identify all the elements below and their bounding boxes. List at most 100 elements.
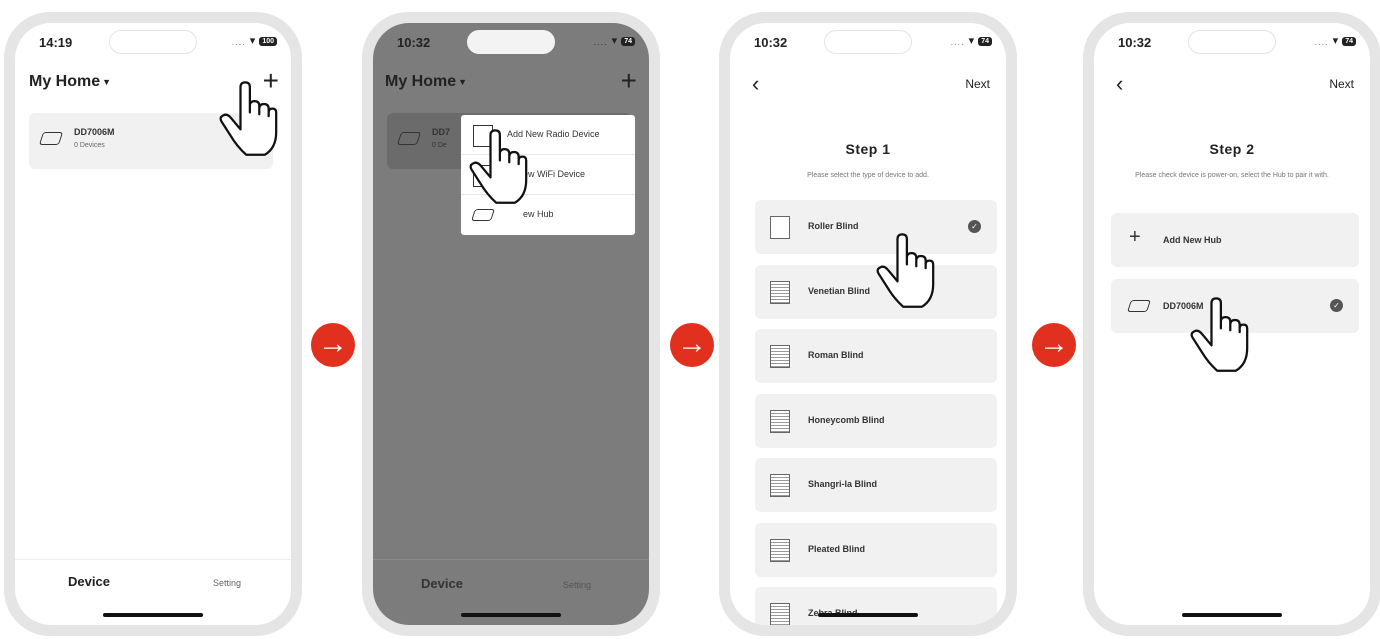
device-type-label: Roller Blind — [808, 221, 859, 231]
next-button[interactable]: Next — [965, 77, 990, 91]
status-time: 10:32 — [397, 35, 431, 50]
battery-icon: 74 — [621, 37, 635, 46]
battery-icon: 74 — [1342, 37, 1356, 46]
caret-down-icon: ▼ — [102, 76, 112, 87]
hub-icon — [471, 209, 495, 221]
phone-frame-add-menu: 10:32 .... ▾ 74 My Home ▼ + DD7 0 De Add … — [362, 12, 660, 636]
device-type-label: Honeycomb Blind — [808, 415, 885, 425]
status-bar: 10:32 .... ▾ 74 — [730, 23, 1006, 67]
home-indicator — [103, 613, 203, 617]
check-circle-icon: ✓ — [1330, 299, 1343, 312]
hand-pointer-icon — [876, 233, 935, 308]
hub-name: DD7006M — [74, 127, 115, 137]
battery-icon: 74 — [978, 37, 992, 46]
home-selector[interactable]: My Home ▼ — [385, 73, 467, 91]
home-indicator — [1182, 613, 1282, 617]
dynamic-island — [467, 30, 555, 54]
step-title: Step 1 — [845, 141, 891, 157]
signal-icon: .... — [950, 36, 965, 47]
device-type-zebra[interactable]: Zebra Blind — [755, 587, 997, 625]
home-title: My Home — [385, 73, 457, 90]
arrow-right-circle-icon: → — [311, 323, 355, 367]
dynamic-island — [109, 30, 197, 54]
next-button[interactable]: Next — [1329, 77, 1354, 91]
tab-bar: Device Setting — [373, 559, 649, 625]
plus-icon[interactable]: + — [621, 67, 637, 95]
home-indicator — [461, 613, 561, 617]
device-type-pleated[interactable]: Pleated Blind — [755, 523, 997, 577]
device-type-roman[interactable]: Roman Blind — [755, 329, 997, 383]
signal-icon: .... — [1314, 36, 1329, 47]
plus-icon: + — [1129, 226, 1141, 248]
shangrila-blind-icon — [770, 474, 790, 497]
roller-blind-icon — [770, 216, 790, 239]
device-type-honeycomb[interactable]: Honeycomb Blind — [755, 394, 997, 448]
step-title: Step 2 — [1209, 141, 1255, 157]
step-description: Please check device is power-on, select … — [1135, 172, 1329, 179]
venetian-blind-icon — [770, 281, 790, 304]
status-bar: 10:32 .... ▾ 74 — [1094, 23, 1370, 67]
device-type-label: Shangri-la Blind — [808, 479, 878, 489]
wifi-icon: ▾ — [968, 35, 975, 47]
home-title: My Home — [29, 73, 101, 90]
honeycomb-blind-icon — [770, 410, 790, 433]
tab-device[interactable]: Device — [421, 576, 463, 591]
hand-pointer-icon — [469, 129, 528, 204]
phone-frame-step-1: 10:32 .... ▾ 74 ‹ Next Step 1 Please sel… — [719, 12, 1017, 636]
step-1-screen: 10:32 .... ▾ 74 ‹ Next Step 1 Please sel… — [730, 23, 1006, 625]
hub-icon — [1127, 300, 1151, 312]
menu-item-label: ew WiFi Device — [523, 169, 586, 179]
dynamic-island — [824, 30, 912, 54]
check-circle-icon: ✓ — [968, 220, 981, 233]
tab-bar: Device Setting — [15, 559, 291, 625]
zebra-blind-icon — [770, 603, 790, 625]
roman-blind-icon — [770, 345, 790, 368]
hub-icon — [38, 132, 64, 145]
hub-icon — [396, 132, 422, 145]
hub-device-count: 0 Devices — [74, 142, 105, 149]
hand-pointer-icon — [1190, 297, 1249, 372]
wifi-icon: ▾ — [249, 35, 256, 47]
device-type-shangrila[interactable]: Shangri-la Blind — [755, 458, 997, 512]
tab-setting[interactable]: Setting — [213, 578, 241, 588]
status-icons: .... ▾ 74 — [594, 36, 635, 47]
arrow-right-circle-icon: → — [1032, 323, 1076, 367]
home-selector[interactable]: My Home ▼ — [29, 73, 111, 91]
caret-down-icon: ▼ — [458, 76, 468, 87]
add-menu-screen: 10:32 .... ▾ 74 My Home ▼ + DD7 0 De Add … — [373, 23, 649, 625]
phone-frame-home: 14:19 .... ▾ 100 My Home ▼ + DD7006M 0 De… — [4, 12, 302, 636]
device-type-label: Pleated Blind — [808, 544, 866, 554]
battery-icon: 100 — [259, 37, 277, 46]
hub-name: DD7 — [432, 127, 451, 137]
tab-setting[interactable]: Setting — [563, 580, 591, 590]
status-icons: .... ▾ 74 — [1315, 36, 1356, 47]
phone-frame-step-2: 10:32 .... ▾ 74 ‹ Next Step 2 Please che… — [1083, 12, 1380, 636]
home-indicator — [818, 613, 918, 617]
hub-option-label: Add New Hub — [1163, 235, 1222, 245]
signal-icon: .... — [231, 36, 246, 47]
hub-device-count: 0 De — [432, 142, 447, 149]
signal-icon: .... — [593, 36, 608, 47]
device-type-label: Roman Blind — [808, 350, 864, 360]
home-screen: 14:19 .... ▾ 100 My Home ▼ + DD7006M 0 De… — [15, 23, 291, 625]
arrow-right-circle-icon: → — [670, 323, 714, 367]
add-new-hub-option[interactable]: + Add New Hub — [1111, 213, 1359, 267]
status-time: 14:19 — [39, 35, 73, 50]
status-bar: 10:32 .... ▾ 74 — [373, 23, 649, 67]
wifi-icon: ▾ — [611, 35, 618, 47]
dynamic-island — [1188, 30, 1276, 54]
hand-pointer-icon — [219, 81, 278, 156]
chevron-left-icon[interactable]: ‹ — [1116, 73, 1123, 95]
status-icons: .... ▾ 100 — [232, 36, 277, 47]
step-2-screen: 10:32 .... ▾ 74 ‹ Next Step 2 Please che… — [1094, 23, 1370, 625]
status-time: 10:32 — [754, 35, 788, 50]
status-time: 10:32 — [1118, 35, 1152, 50]
step-description: Please select the type of device to add. — [807, 172, 929, 179]
pleated-blind-icon — [770, 539, 790, 562]
chevron-left-icon[interactable]: ‹ — [752, 73, 759, 95]
wifi-icon: ▾ — [1332, 35, 1339, 47]
status-bar: 14:19 .... ▾ 100 — [15, 23, 291, 67]
tab-device[interactable]: Device — [68, 574, 110, 589]
menu-item-label: ew Hub — [523, 209, 554, 219]
status-icons: .... ▾ 74 — [951, 36, 992, 47]
